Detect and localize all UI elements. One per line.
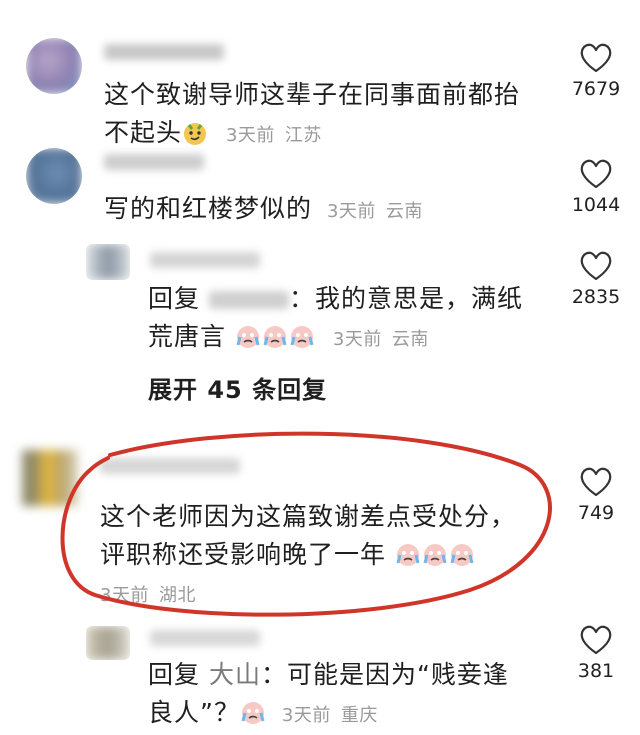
reply-meta: 3天前 重庆 <box>282 705 378 726</box>
reply-text: 回复 大山：可能是因为“贱妾逢 良人”？ 3天前 重庆 <box>148 656 568 735</box>
like-button[interactable]: 381 <box>561 624 631 682</box>
username[interactable] <box>104 44 224 60</box>
like-count: 381 <box>577 660 615 682</box>
comment-line-1: 这个老师因为这篇致谢差点受处分， <box>100 502 517 531</box>
reply-prefix: 回复 <box>148 660 201 689</box>
heart-icon <box>580 251 612 281</box>
like-count: 2835 <box>571 286 621 308</box>
comment-meta: 3天前 江苏 <box>226 125 322 146</box>
crying-face-icon <box>423 544 447 566</box>
avatar[interactable] <box>26 148 82 204</box>
comment-text: 这个致谢导师这辈子在同事面前都抬 不起头 3天前 江苏 <box>104 76 564 155</box>
avatar[interactable] <box>86 626 130 660</box>
reply-location: 重庆 <box>340 705 378 726</box>
comment-line-1: 这个致谢导师这辈子在同事面前都抬 <box>104 80 521 109</box>
heart-icon <box>580 467 612 497</box>
reply-location: 云南 <box>391 329 429 350</box>
smirk-face-icon <box>184 123 207 145</box>
username[interactable] <box>150 630 260 646</box>
reply-line-1: ：可能是因为“贱妾逢 <box>260 660 509 689</box>
reply-time: 3天前 <box>332 329 382 350</box>
comment-time: 3天前 <box>225 125 275 146</box>
comment-location: 江苏 <box>284 125 322 146</box>
reply-time: 3天前 <box>281 705 331 726</box>
comment-text: 这个老师因为这篇致谢差点受处分， 评职称还受影响晚了一年 3天前 湖北 <box>100 498 560 615</box>
comment-meta: 3天前 云南 <box>327 201 423 222</box>
crying-face-icon <box>290 326 314 348</box>
avatar[interactable] <box>26 38 82 94</box>
avatar[interactable] <box>22 450 78 506</box>
username[interactable] <box>104 154 204 170</box>
reply-line-2: 荒唐言 <box>148 322 227 351</box>
like-button[interactable]: 2835 <box>561 250 631 308</box>
emoji-group <box>386 540 476 569</box>
reply-meta: 3天前 云南 <box>333 329 429 350</box>
crying-face-icon <box>450 544 474 566</box>
emoji-group <box>226 322 325 351</box>
comment-meta: 3天前 湖北 <box>100 585 196 606</box>
comment-line-2: 评职称还受影响晚了一年 <box>100 540 387 569</box>
comment-text: 写的和红楼梦似的 3天前 云南 <box>104 190 564 231</box>
like-count: 7679 <box>571 78 621 100</box>
expand-replies-link[interactable]: 展开 45 条回复 <box>148 370 327 405</box>
reply-to-name[interactable]: 大山 <box>209 660 261 689</box>
username[interactable] <box>150 252 260 268</box>
crying-face-icon <box>263 326 287 348</box>
like-button[interactable]: 7679 <box>561 42 631 100</box>
comment-time: 3天前 <box>326 201 376 222</box>
heart-icon <box>580 625 612 655</box>
comment-line-2: 不起头 <box>104 118 183 147</box>
reply-prefix: 回复 <box>148 284 201 313</box>
avatar[interactable] <box>86 244 130 280</box>
like-button[interactable]: 749 <box>561 466 631 524</box>
like-count: 749 <box>577 502 615 524</box>
heart-icon <box>580 159 612 189</box>
crying-face-icon <box>396 544 420 566</box>
crying-face-icon <box>236 326 260 348</box>
comment-time: 3天前 <box>100 585 149 606</box>
reply-to-name[interactable] <box>208 291 289 309</box>
comment-line-1: 写的和红楼梦似的 <box>104 194 313 223</box>
comment-location: 云南 <box>385 201 423 222</box>
username[interactable] <box>100 458 240 474</box>
like-button[interactable]: 1044 <box>561 158 631 216</box>
like-count: 1044 <box>571 194 621 216</box>
comment-location: 湖北 <box>158 585 196 606</box>
heart-icon <box>580 43 612 73</box>
reply-line-1: ：我的意思是，满纸 <box>288 284 523 313</box>
crying-face-icon <box>241 702 265 724</box>
reply-line-2: 良人”？ <box>148 698 240 727</box>
reply-text: 回复 ：我的意思是，满纸 荒唐言 3天前 云南 <box>148 280 568 359</box>
